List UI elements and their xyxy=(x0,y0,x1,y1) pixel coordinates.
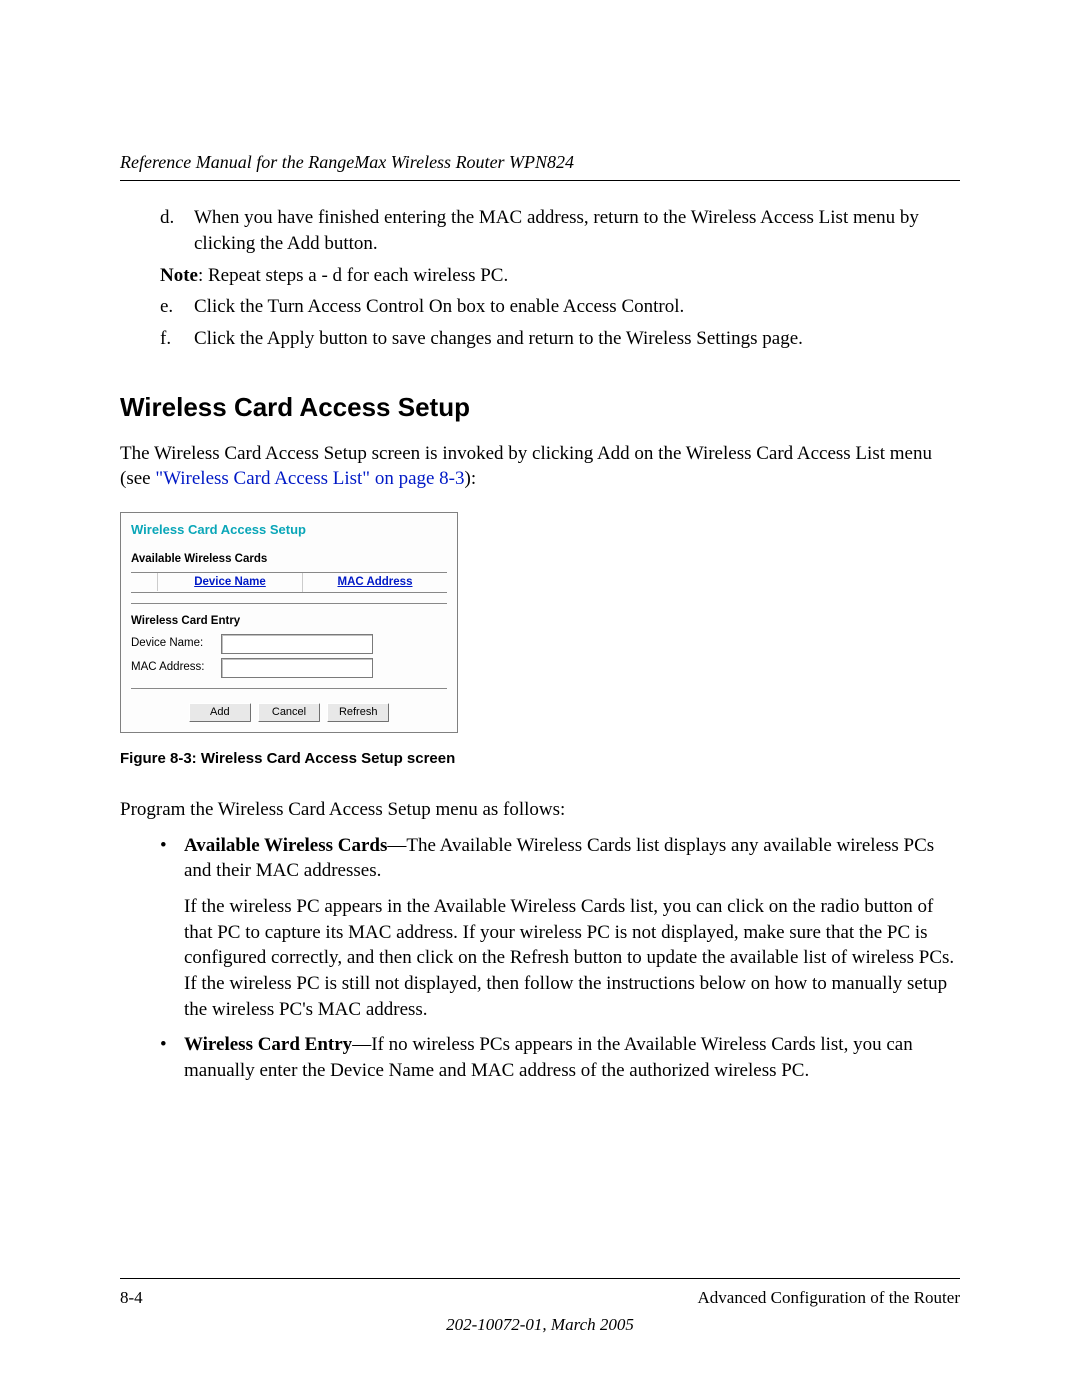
intro-paragraph: The Wireless Card Access Setup screen is… xyxy=(120,441,960,492)
chapter-title: Advanced Configuration of the Router xyxy=(698,1287,961,1310)
bullet-list: • Available Wireless Cards—The Available… xyxy=(160,833,960,884)
step-list: d. When you have finished entering the M… xyxy=(160,205,960,256)
step-f: f. Click the Apply button to save change… xyxy=(160,326,960,352)
step-text: When you have finished entering the MAC … xyxy=(194,205,960,256)
page-footer: 8-4 Advanced Configuration of the Router… xyxy=(120,1269,960,1337)
bullet-text: Available Wireless Cards—The Available W… xyxy=(184,833,960,884)
mac-address-row: MAC Address: xyxy=(131,658,447,678)
device-name-row: Device Name: xyxy=(131,634,447,654)
figure-button-row: Add Cancel Refresh xyxy=(131,703,447,722)
add-button[interactable]: Add xyxy=(189,703,251,722)
figure-panel: Wireless Card Access Setup Available Wir… xyxy=(120,512,458,733)
note-label: Note xyxy=(160,265,198,286)
col-mac-address[interactable]: MAC Address xyxy=(303,573,447,593)
running-header: Reference Manual for the RangeMax Wirele… xyxy=(120,150,960,174)
intro-text-post: ): xyxy=(465,468,477,489)
note-text: : Repeat steps a - d for each wireless P… xyxy=(198,265,508,286)
wireless-card-entry-heading: Wireless Card Entry xyxy=(131,614,447,630)
table-header-row: Device Name MAC Address xyxy=(131,573,447,593)
step-d: d. When you have finished entering the M… xyxy=(160,205,960,256)
document-id: 202-10072-01, March 2005 xyxy=(120,1314,960,1337)
section-heading: Wireless Card Access Setup xyxy=(120,390,960,425)
header-rule xyxy=(120,180,960,181)
mac-address-label: MAC Address: xyxy=(131,660,221,676)
footer-rule xyxy=(120,1278,960,1279)
note-line: Note: Repeat steps a - d for each wirele… xyxy=(160,263,960,289)
step-marker: e. xyxy=(160,294,194,320)
step-marker: d. xyxy=(160,205,194,256)
step-text: Click the Turn Access Control On box to … xyxy=(194,294,960,320)
step-marker: f. xyxy=(160,326,194,352)
bullet-sub-paragraph: If the wireless PC appears in the Availa… xyxy=(184,894,960,1022)
bullet-marker: • xyxy=(160,1032,184,1083)
bullet-text: Wireless Card Entry—If no wireless PCs a… xyxy=(184,1032,960,1083)
figure-separator xyxy=(131,688,447,689)
cancel-button[interactable]: Cancel xyxy=(258,703,320,722)
figure-title: Wireless Card Access Setup xyxy=(131,521,447,539)
device-name-input[interactable] xyxy=(221,634,373,654)
available-cards-table: Device Name MAC Address xyxy=(131,572,447,594)
bullet-marker: • xyxy=(160,833,184,884)
bullet-term: Available Wireless Cards xyxy=(184,835,387,856)
intro-link[interactable]: "Wireless Card Access List" on page 8-3 xyxy=(155,468,464,489)
figure-separator xyxy=(131,603,447,604)
figure-caption: Figure 8-3: Wireless Card Access Setup s… xyxy=(120,749,960,769)
bullet-item: • Available Wireless Cards—The Available… xyxy=(160,833,960,884)
mac-address-input[interactable] xyxy=(221,658,373,678)
device-name-label: Device Name: xyxy=(131,636,221,652)
program-intro: Program the Wireless Card Access Setup m… xyxy=(120,797,960,823)
page-number: 8-4 xyxy=(120,1287,143,1310)
bullet-item: • Wireless Card Entry—If no wireless PCs… xyxy=(160,1032,960,1083)
col-device-name[interactable]: Device Name xyxy=(158,573,303,593)
step-e: e. Click the Turn Access Control On box … xyxy=(160,294,960,320)
bullet-term: Wireless Card Entry xyxy=(184,1034,352,1055)
step-text: Click the Apply button to save changes a… xyxy=(194,326,960,352)
available-cards-heading: Available Wireless Cards xyxy=(131,552,447,568)
refresh-button[interactable]: Refresh xyxy=(327,703,389,722)
radio-column-header xyxy=(131,573,158,591)
